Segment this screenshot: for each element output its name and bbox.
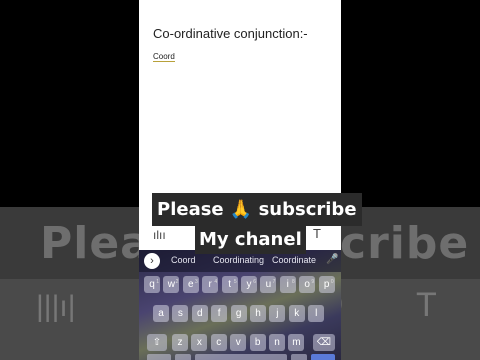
key-g[interactable]: g [230,305,247,322]
background-audio-wave-icon: |||ı| [36,290,76,323]
key-r[interactable]: r4 [202,276,219,293]
key-j[interactable]: j [269,305,286,322]
suggestion-3[interactable]: Coordinate [272,255,316,265]
keyboard: › Coord Coordinating Coordinate 🎤 q1w2e3… [139,250,341,360]
key-h[interactable]: h [250,305,266,322]
key-m[interactable]: m [288,334,305,351]
microphone-icon[interactable]: 🎤 [326,254,338,265]
document-title[interactable]: Co-ordinative conjunction:- [153,26,308,41]
shift-key[interactable]: ⇧ [147,334,167,351]
key-k[interactable]: k [288,305,305,322]
key-z[interactable]: z [172,334,188,351]
key-i[interactable]: i8 [279,276,296,293]
key-x[interactable]: x [191,334,208,351]
phone-screen: Co-ordinative conjunction:- Coord ılıı ☑… [139,0,341,360]
key-c[interactable]: c [210,334,227,351]
key-o[interactable]: o9 [299,276,316,293]
text-format-button[interactable]: T [313,226,321,241]
delete-key[interactable]: ⌫ [313,334,335,351]
symbols-key[interactable] [147,354,171,360]
key-u[interactable]: u7 [260,276,277,293]
period-key[interactable] [291,354,307,360]
typed-word[interactable]: Coord [153,52,175,62]
comma-key[interactable] [175,354,191,360]
audio-wave-icon[interactable]: ılıı [153,228,166,242]
key-n[interactable]: n [269,334,285,351]
key-p[interactable]: p0 [318,276,335,293]
keyboard-bottom-row [139,354,341,360]
key-b[interactable]: b [249,334,266,351]
key-t[interactable]: t5 [221,276,238,293]
suggestion-1[interactable]: Coord [171,255,196,265]
key-q[interactable]: q1 [144,276,160,293]
key-y[interactable]: y6 [241,276,257,293]
space-key[interactable] [195,354,287,360]
key-s[interactable]: s [172,305,189,322]
enter-key[interactable] [311,354,335,360]
key-w[interactable]: w2 [163,276,180,293]
chevron-right-icon[interactable]: › [144,253,160,269]
key-f[interactable]: f [211,305,228,322]
suggestion-2[interactable]: Coordinating [213,255,264,265]
key-a[interactable]: a [153,305,169,322]
key-v[interactable]: v [230,334,247,351]
background-t-icon: T [416,286,437,324]
key-e[interactable]: e3 [182,276,199,293]
caption-line-2: My chanel [195,226,306,254]
key-l[interactable]: l [308,305,325,322]
key-d[interactable]: d [191,305,208,322]
caption-line-1: Please 🙏 subscribe [152,193,362,226]
